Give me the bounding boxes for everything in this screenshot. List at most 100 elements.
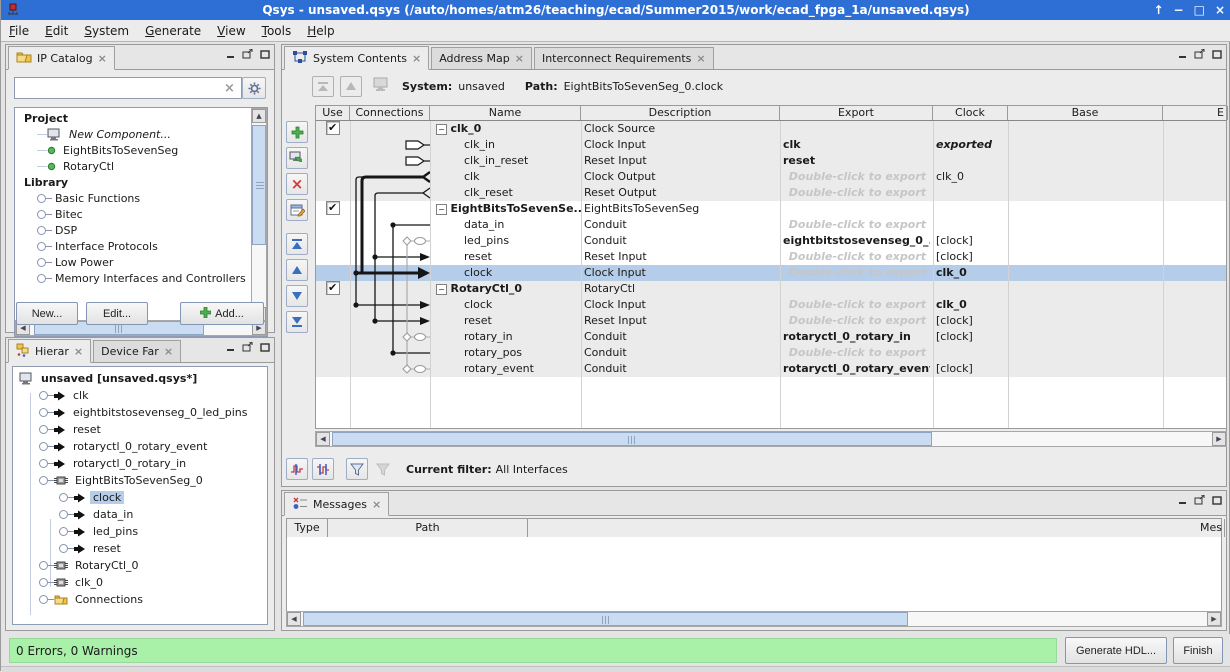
table-row[interactable]: ✔− EightBitsToSevenSe...EightBitsToSeven… — [316, 201, 1226, 217]
column-header-description[interactable]: Description — [581, 106, 780, 120]
use-checkbox[interactable]: ✔ — [326, 121, 340, 135]
table-row[interactable]: rotary_posConduitDouble-click to export — [316, 345, 1226, 361]
collapse-icon[interactable]: − — [436, 284, 447, 295]
tree-expand-handle[interactable] — [59, 510, 68, 519]
cell-export[interactable] — [783, 121, 930, 137]
table-row[interactable]: ✔− clk_0Clock Source — [316, 121, 1226, 137]
timing-diagram-icon[interactable] — [286, 458, 308, 480]
panel-detach-button[interactable] — [242, 49, 253, 62]
hierarchy-item[interactable]: data_in — [15, 506, 267, 523]
tree-expand-handle[interactable] — [39, 476, 48, 485]
table-row[interactable]: clk_in_resetReset Inputreset — [316, 153, 1226, 169]
panel-maximize-button[interactable] — [1212, 495, 1222, 508]
table-row[interactable]: data_inConduitDouble-click to export — [316, 217, 1226, 233]
tab-system-contents[interactable]: System Contents× — [284, 46, 429, 70]
tree-expand-handle[interactable] — [39, 391, 48, 400]
close-button[interactable]: × — [1215, 3, 1225, 17]
clear-x-icon[interactable]: × — [224, 81, 235, 96]
move-bottom-button[interactable] — [286, 311, 308, 333]
hierarchy-item[interactable]: unsaved [unsaved.qsys*] — [15, 370, 267, 387]
tree-expand-handle[interactable] — [39, 595, 48, 604]
ip-tree-item[interactable]: Bitec — [15, 206, 251, 222]
table-row[interactable]: clk_inClock Inputclkexported — [316, 137, 1226, 153]
tree-expand-handle[interactable] — [39, 459, 48, 468]
ip-tree-item[interactable]: DSP — [15, 222, 251, 238]
minimize-button[interactable]: − — [1174, 3, 1184, 17]
cell-export[interactable]: Double-click to export — [783, 297, 930, 313]
move-up-button[interactable] — [286, 259, 308, 281]
tree-expand-handle[interactable] — [37, 242, 46, 251]
ip-tree-item[interactable]: New Component... — [15, 126, 251, 142]
close-icon[interactable]: × — [696, 52, 705, 65]
column-header-connections[interactable]: Connections — [350, 106, 430, 120]
menu-help[interactable]: Help — [299, 22, 342, 40]
tree-expand-handle[interactable] — [39, 442, 48, 451]
hierarchy-item[interactable]: clk — [15, 387, 267, 404]
panel-detach-button[interactable] — [242, 342, 253, 355]
cell-export[interactable]: Double-click to export — [783, 249, 930, 265]
table-row[interactable]: rotary_eventConduitrotaryctl_0_rotary_ev… — [316, 361, 1226, 377]
ip-tree-item[interactable]: Library — [15, 174, 251, 190]
ip-tree-item[interactable]: Low Power — [15, 254, 251, 270]
nav-up-button[interactable] — [340, 76, 362, 97]
panel-minimize-button[interactable] — [1178, 49, 1187, 62]
panel-minimize-button[interactable] — [226, 342, 235, 355]
menu-edit[interactable]: Edit — [37, 22, 76, 40]
new-button[interactable]: New... — [16, 302, 78, 325]
add-button[interactable] — [286, 121, 308, 143]
cell-export[interactable]: Double-click to export — [783, 265, 930, 281]
ip-tree-item[interactable]: RotaryCtl — [15, 158, 251, 174]
table-row[interactable]: clkClock OutputDouble-click to exportclk… — [316, 169, 1226, 185]
table-hscroll[interactable]: ◀ ▶ — [315, 431, 1227, 447]
collapse-icon[interactable]: − — [436, 124, 447, 135]
tree-expand-handle[interactable] — [59, 544, 68, 553]
cell-export[interactable]: Double-click to export — [783, 345, 930, 361]
tab-address-map[interactable]: Address Map× — [431, 47, 532, 69]
column-header-name[interactable]: Name — [430, 106, 581, 120]
table-row[interactable]: clockClock InputDouble-click to exportcl… — [316, 265, 1226, 281]
menu-tools[interactable]: Tools — [254, 22, 300, 40]
tree-expand-handle[interactable] — [37, 210, 46, 219]
table-row[interactable]: rotary_inConduitrotaryctl_0_rotary_in[cl… — [316, 329, 1226, 345]
close-icon[interactable]: × — [515, 52, 524, 65]
cell-export[interactable] — [783, 201, 930, 217]
tree-expand-handle[interactable] — [39, 408, 48, 417]
table-row[interactable]: clockClock InputDouble-click to exportcl… — [316, 297, 1226, 313]
panel-minimize-button[interactable] — [226, 49, 235, 62]
tree-expand-handle[interactable] — [39, 578, 48, 587]
column-header-use[interactable]: Use — [316, 106, 350, 120]
table-row[interactable]: resetReset InputDouble-click to export[c… — [316, 249, 1226, 265]
hierarchy-item[interactable]: RotaryCtl_0 — [15, 557, 267, 574]
table-row[interactable]: clk_resetReset OutputDouble-click to exp… — [316, 185, 1226, 201]
tab-interconnect-requirements[interactable]: Interconnect Requirements× — [534, 47, 714, 69]
edit-button[interactable] — [286, 199, 308, 221]
ip-tree-item[interactable]: EightBitsToSevenSeg — [15, 142, 251, 158]
hierarchy-item[interactable]: reset — [15, 540, 267, 557]
tree-expand-handle[interactable] — [37, 226, 46, 235]
panel-maximize-button[interactable] — [260, 49, 270, 62]
ip-tree-vscroll[interactable]: ▲ ▼ — [251, 108, 267, 322]
table-row[interactable]: led_pinsConduiteightbitstosevenseg_0_...… — [316, 233, 1226, 249]
cell-export[interactable] — [783, 281, 930, 297]
panel-minimize-button[interactable] — [1178, 495, 1187, 508]
ip-tree-item[interactable]: Basic Functions — [15, 190, 251, 206]
tree-expand-handle[interactable] — [59, 527, 68, 536]
gear-button[interactable] — [242, 77, 266, 99]
column-header-export[interactable]: Export — [780, 106, 933, 120]
ip-tree-item[interactable]: Interface Protocols — [15, 238, 251, 254]
add-component-button[interactable] — [286, 147, 308, 169]
search-input[interactable] — [14, 77, 242, 99]
cell-export[interactable]: Double-click to export — [783, 313, 930, 329]
edit-button[interactable]: Edit... — [86, 302, 148, 325]
hierarchy-item[interactable]: rotaryctl_0_rotary_event — [15, 438, 267, 455]
column-header-clock[interactable]: Clock — [933, 106, 1008, 120]
hierarchy-item[interactable]: reset — [15, 421, 267, 438]
close-icon[interactable]: × — [372, 498, 381, 511]
hierarchy-item[interactable]: clock — [15, 489, 267, 506]
tree-expand-handle[interactable] — [39, 425, 48, 434]
generate-hdl-button[interactable]: Generate HDL... — [1065, 637, 1167, 664]
column-header-base[interactable]: Base — [1008, 106, 1163, 120]
cell-export[interactable]: reset — [783, 153, 930, 169]
ip-tree-item[interactable]: Project — [15, 110, 251, 126]
tree-expand-handle[interactable] — [59, 493, 68, 502]
